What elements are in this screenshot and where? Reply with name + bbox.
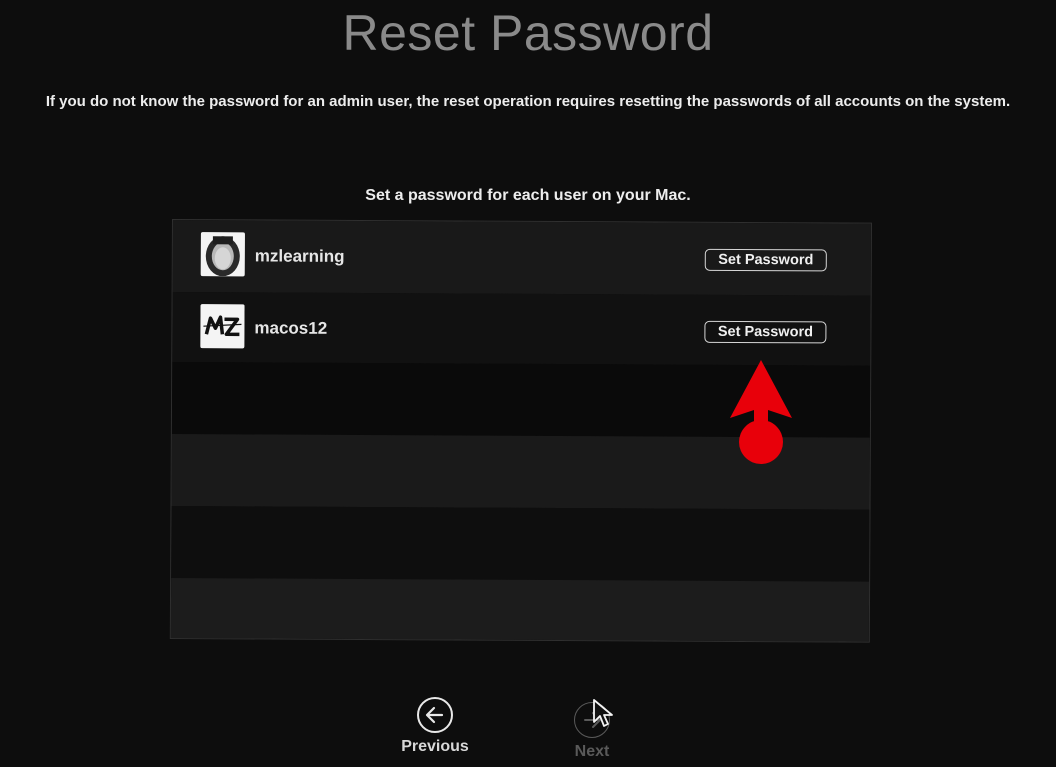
set-password-button[interactable]: Set Password xyxy=(704,320,827,344)
person-photo-icon xyxy=(200,232,245,277)
user-row-macos12[interactable]: macos12 Set Password xyxy=(172,292,870,368)
previous-button[interactable]: Previous xyxy=(385,697,485,756)
username-label: mzlearning xyxy=(254,246,345,266)
mz-logo-icon xyxy=(200,304,245,349)
red-arrow-annotation xyxy=(724,358,798,473)
user-list-instruction: Set a password for each user on your Mac… xyxy=(365,187,691,204)
username-label: macos12 xyxy=(254,318,328,338)
list-stripe xyxy=(171,506,870,582)
reset-description: If you do not know the password for an a… xyxy=(45,93,1011,110)
mouse-cursor-icon xyxy=(592,698,614,735)
user-row-mzlearning[interactable]: mzlearning Set Password xyxy=(173,220,871,296)
arrow-left-icon xyxy=(417,697,453,733)
list-stripe xyxy=(170,578,870,643)
next-label: Next xyxy=(574,743,610,760)
set-password-button[interactable]: Set Password xyxy=(704,248,827,272)
previous-label: Previous xyxy=(401,738,469,755)
page-title: Reset Password xyxy=(342,5,714,61)
